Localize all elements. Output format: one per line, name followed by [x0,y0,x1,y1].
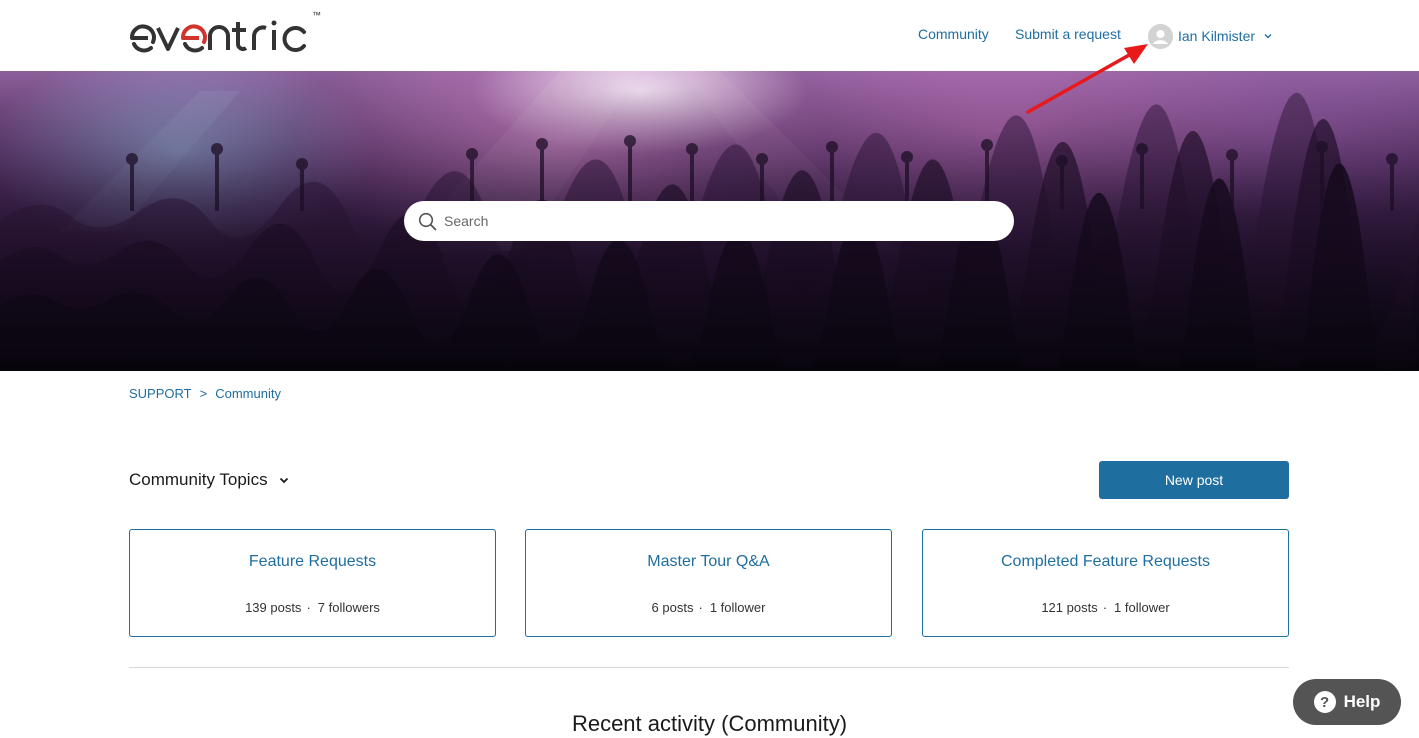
topic-follower-count: 1 follower [1114,600,1170,615]
topic-follower-count: 1 follower [709,600,766,615]
topic-card-feature-requests[interactable]: Feature Requests 139 posts · 7 followers [129,529,496,637]
breadcrumb-separator: > [199,386,208,401]
help-label: Help [1343,692,1381,711]
trademark-mark: ™ [312,10,321,20]
new-post-button[interactable]: New post [1099,461,1289,499]
search-input[interactable] [444,201,1004,241]
topic-card-title[interactable]: Completed Feature Requests [923,553,1288,571]
topic-card-title[interactable]: Master Tour Q&A [526,553,891,571]
section-divider [129,667,1289,668]
chevron-down-icon [1264,34,1272,39]
search-icon [418,212,437,231]
community-topics-title: Community Topics [129,470,268,489]
help-icon: ? [1313,691,1336,713]
community-topics-dropdown[interactable]: Community Topics [129,470,290,490]
user-name: Ian Kilmister [1178,28,1256,44]
topic-card-master-tour-qa[interactable]: Master Tour Q&A 6 posts · 1 follower [525,529,892,637]
breadcrumb-support-link[interactable]: SUPPORT [129,386,192,401]
topic-card-meta: 139 posts · 7 followers [130,600,495,615]
help-widget-button[interactable]: ? Help [1293,679,1401,725]
breadcrumb: SUPPORT > Community [129,386,281,401]
user-avatar-icon [1148,23,1173,49]
breadcrumb-community-link[interactable]: Community [215,386,281,401]
topic-card-meta: 6 posts · 1 follower [526,600,891,615]
topic-post-count: 121 posts [1041,600,1098,615]
search-bar[interactable] [404,201,1014,241]
eventric-logo[interactable]: ™ [128,10,324,54]
topic-post-count: 6 posts [651,600,694,615]
user-menu[interactable]: Ian Kilmister [1148,22,1273,50]
topic-follower-count: 7 followers [317,600,380,615]
site-header: ™ Community Submit a request Ian Kilmist… [0,0,1419,71]
hero-banner [0,71,1419,371]
topic-card-title[interactable]: Feature Requests [130,553,495,571]
nav-submit-request-link[interactable]: Submit a request [1015,26,1121,42]
meta-separator: · [1102,600,1108,615]
topic-card-meta: 121 posts · 1 follower [923,600,1288,615]
meta-separator: · [306,600,311,615]
chevron-down-icon [279,477,288,484]
recent-activity-title: Recent activity (Community) [571,711,848,736]
topic-post-count: 139 posts [245,600,302,615]
topic-card-completed-feature-requests[interactable]: Completed Feature Requests 121 posts · 1 f… [922,529,1289,637]
nav-community-link[interactable]: Community [918,26,989,42]
meta-separator: · [698,600,703,615]
